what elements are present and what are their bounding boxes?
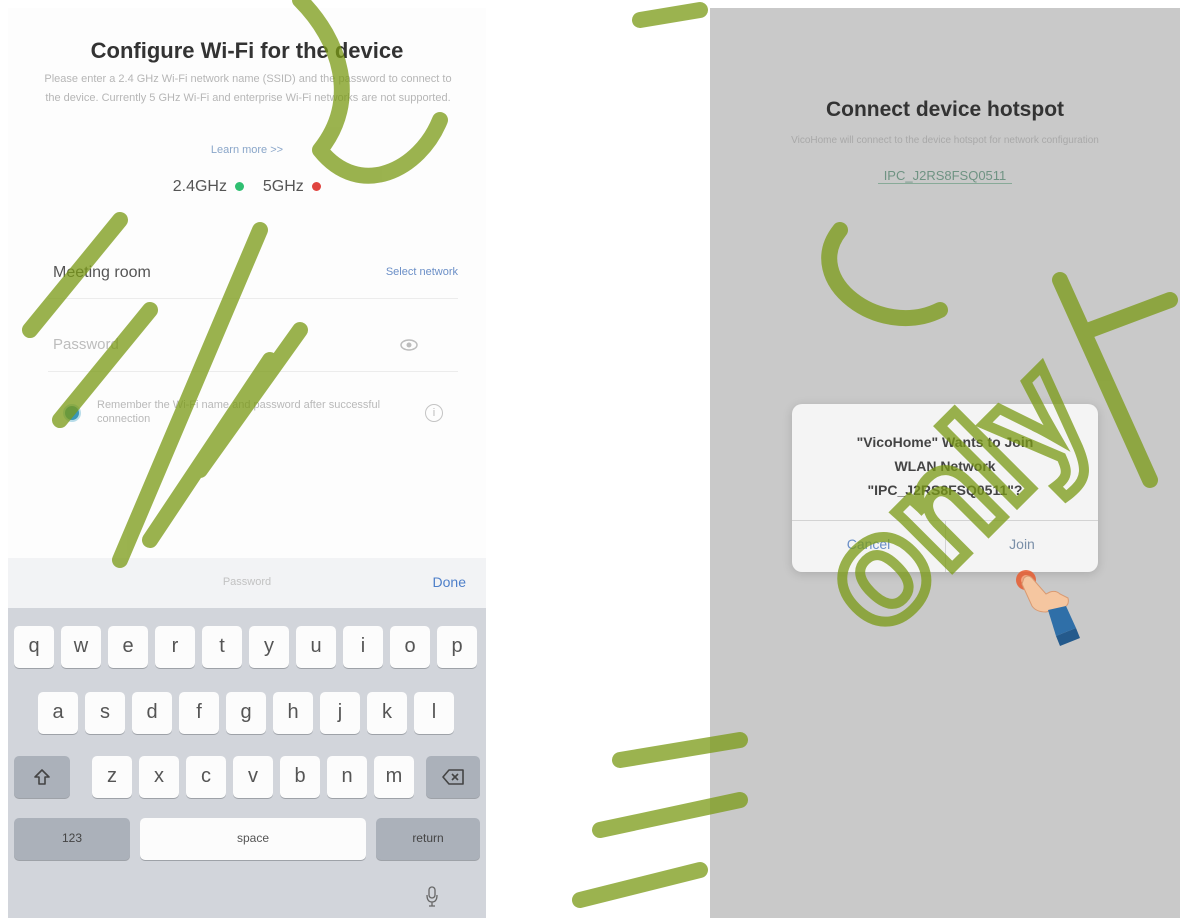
key-z[interactable]: z [92, 756, 132, 798]
password-placeholder: Password [53, 336, 119, 353]
shift-key[interactable] [14, 756, 70, 798]
ssid-text: IPC_J2RS8FSQ0511 [877, 168, 1013, 184]
divider [48, 371, 458, 372]
key-b[interactable]: b [280, 756, 320, 798]
key-h[interactable]: h [273, 692, 313, 734]
wifi-instructions: Please enter a 2.4 GHz Wi-Fi network nam… [44, 73, 452, 104]
key-n[interactable]: n [327, 756, 367, 798]
keyboard-toolbar: Password Done [8, 558, 486, 608]
key-c[interactable]: c [186, 756, 226, 798]
keyboard-field-label: Password [222, 576, 272, 588]
key-y[interactable]: y [249, 626, 289, 668]
info-icon[interactable]: i [425, 404, 443, 422]
numbers-key[interactable]: 123 [14, 818, 130, 860]
remember-option[interactable]: Remember the Wi-Fi name and password aft… [63, 398, 463, 438]
dialog-line-3: "IPC_J2RS8FSQ0511"? [867, 482, 1023, 498]
backspace-key[interactable] [426, 756, 480, 798]
key-v[interactable]: v [233, 756, 273, 798]
hotspot-ssid: IPC_J2RS8FSQ0511 [710, 168, 1180, 184]
key-x[interactable]: x [139, 756, 179, 798]
configure-wifi-screen: Configure Wi-Fi for the device Please en… [8, 8, 486, 918]
unsupported-dot-icon [312, 182, 322, 192]
space-key[interactable]: space [140, 818, 366, 860]
select-network-link[interactable]: Select network [386, 266, 458, 278]
dialog-line-1: "VicoHome" Wants to Join [856, 434, 1034, 450]
page-title: Configure Wi-Fi for the device [90, 38, 404, 63]
cancel-button[interactable]: Cancel [792, 536, 945, 552]
key-l[interactable]: l [414, 692, 454, 734]
connect-hotspot-screen: Connect device hotspot VicoHome will con… [710, 8, 1180, 918]
remember-label: Remember the Wi-Fi name and password aft… [97, 399, 381, 425]
supported-dot-icon [235, 182, 245, 192]
eye-icon[interactable] [400, 338, 418, 352]
done-button[interactable]: Done [433, 574, 466, 590]
key-s[interactable]: s [85, 692, 125, 734]
page-title: Connect device hotspot [825, 98, 1065, 121]
key-q[interactable]: q [14, 626, 54, 668]
shift-icon [34, 768, 50, 785]
microphone-icon[interactable] [426, 886, 438, 908]
network-name: Meeting room [53, 264, 151, 281]
join-button[interactable]: Join [946, 536, 1098, 552]
pointing-hand-icon [1016, 570, 1080, 646]
key-u[interactable]: u [296, 626, 336, 668]
backspace-icon [442, 768, 464, 785]
band-5-label: 5GHz [262, 178, 304, 195]
return-key[interactable]: return [376, 818, 480, 860]
hotspot-instructions: VicoHome will connect to the device hots… [791, 135, 1099, 146]
key-k[interactable]: k [367, 692, 407, 734]
key-g[interactable]: g [226, 692, 266, 734]
learn-more-link[interactable]: Learn more >> [8, 144, 486, 156]
network-row: Meeting room Select network [48, 260, 458, 290]
checkbox-checked-icon[interactable] [63, 404, 81, 422]
key-o[interactable]: o [390, 626, 430, 668]
on-screen-keyboard: Password Done q w e r t y u i o p a s d … [8, 558, 486, 918]
dialog-line-2: WLAN Network [894, 458, 996, 474]
key-m[interactable]: m [374, 756, 414, 798]
key-j[interactable]: j [320, 692, 360, 734]
watermark-stroke [632, 2, 708, 28]
key-a[interactable]: a [38, 692, 78, 734]
key-t[interactable]: t [202, 626, 242, 668]
key-i[interactable]: i [343, 626, 383, 668]
key-w[interactable]: w [61, 626, 101, 668]
band-support-indicator: 2.4GHz 5GHz [8, 178, 486, 196]
key-p[interactable]: p [437, 626, 477, 668]
key-e[interactable]: e [108, 626, 148, 668]
divider [48, 298, 458, 299]
join-network-dialog: "VicoHome" Wants to Join WLAN Network "I… [792, 404, 1098, 572]
key-d[interactable]: d [132, 692, 172, 734]
band-24-label: 2.4GHz [172, 178, 227, 195]
key-f[interactable]: f [179, 692, 219, 734]
key-r[interactable]: r [155, 626, 195, 668]
dialog-message: "VicoHome" Wants to Join WLAN Network "I… [806, 430, 1084, 502]
password-field[interactable]: Password [48, 330, 458, 364]
